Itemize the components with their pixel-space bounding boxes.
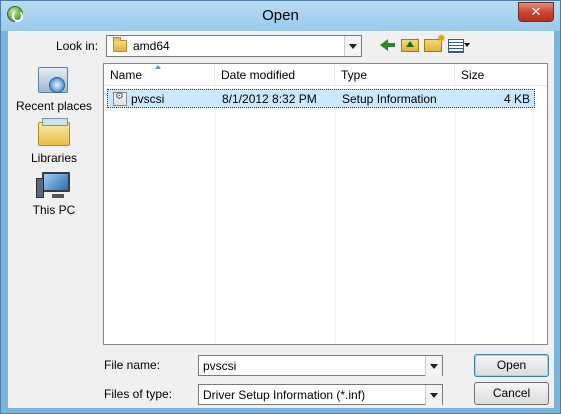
recent-places-icon (38, 67, 68, 93)
places-bar: Recent places Libraries This PC (11, 65, 97, 345)
back-arrow-icon[interactable] (380, 37, 398, 53)
place-this-pc[interactable]: This PC (11, 169, 97, 219)
folder-icon (113, 37, 127, 52)
file-size: 4 KB (503, 92, 530, 106)
column-header-label: Type (341, 68, 368, 82)
open-button[interactable]: Open (474, 354, 549, 377)
chevron-down-icon[interactable] (425, 385, 442, 405)
chevron-down-icon[interactable] (425, 356, 442, 376)
column-header-label: Name (110, 68, 143, 82)
filetype-dropdown[interactable]: Driver Setup Information (*.inf) (198, 384, 443, 405)
column-header-row: Name Date modified Type Size (104, 64, 547, 86)
file-name: pvscsi (131, 92, 165, 106)
dialog-body: Look in: amd64 Recent places Libraries T… (8, 31, 554, 408)
lookin-value: amd64 (133, 39, 170, 53)
filename-input[interactable]: pvscsi (198, 355, 443, 376)
column-header-name[interactable]: Name (104, 64, 215, 86)
place-libraries[interactable]: Libraries (11, 117, 97, 167)
file-row-selected[interactable]: pvscsi 8/1/2012 8:32 PM Setup Informatio… (107, 89, 535, 108)
title-bar[interactable]: Open ✕ (1, 1, 560, 31)
up-folder-icon[interactable] (401, 39, 419, 52)
column-divider (533, 86, 534, 344)
column-divider (455, 86, 456, 344)
chevron-down-icon[interactable] (344, 36, 361, 56)
filetype-value: Driver Setup Information (*.inf) (203, 388, 366, 402)
file-type: Setup Information (342, 92, 437, 106)
column-header-type[interactable]: Type (335, 64, 455, 86)
open-dialog: Open ✕ Look in: amd64 Recent places Libr… (0, 0, 561, 414)
this-pc-icon (36, 172, 70, 198)
file-list[interactable]: Name Date modified Type Size pvscsi (103, 63, 548, 345)
place-label: Recent places (15, 99, 93, 113)
window-title: Open (262, 7, 299, 24)
lookin-label-text: Look in: (56, 39, 99, 53)
sort-ascending-icon (155, 65, 161, 69)
column-header-date-modified[interactable]: Date modified (215, 64, 335, 86)
filename-label: File name: (104, 358, 161, 372)
lookin-label: Look in: (56, 39, 98, 53)
libraries-icon (38, 118, 70, 146)
place-label: Libraries (30, 151, 78, 165)
column-header-size[interactable]: Size (455, 64, 547, 86)
column-divider (215, 86, 216, 344)
open-button-label: Open (496, 358, 527, 372)
column-divider (335, 86, 336, 344)
place-label: This PC (32, 203, 76, 217)
new-folder-icon[interactable] (424, 32, 446, 52)
views-menu-icon[interactable] (448, 37, 472, 53)
lookin-dropdown[interactable]: amd64 (106, 35, 362, 57)
cancel-button-label: Cancel (492, 386, 531, 400)
filename-value: pvscsi (203, 359, 237, 373)
filetype-label: Files of type: (104, 387, 173, 401)
column-header-label: Size (461, 68, 485, 82)
cancel-button[interactable]: Cancel (474, 382, 549, 405)
setup-information-file-icon (113, 91, 127, 106)
file-date-modified: 8/1/2012 8:32 PM (222, 92, 317, 106)
close-button[interactable]: ✕ (518, 2, 554, 22)
place-recent-places[interactable]: Recent places (11, 65, 97, 115)
column-header-label: Date modified (221, 68, 296, 82)
